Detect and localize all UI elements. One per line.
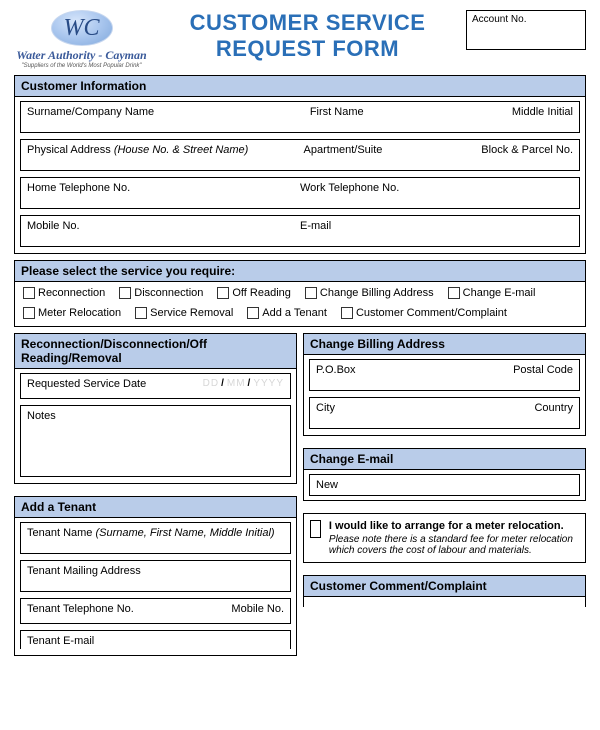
meter-bold: I would like to arrange for a meter relo… [329,520,579,532]
home-tel-field[interactable]: Home Telephone No. Work Telephone No. [20,177,580,209]
requested-date-label: Requested Service Date [27,378,146,390]
middle-label: Middle Initial [512,106,573,118]
opt-meter-relocation[interactable]: Meter Relocation [23,307,121,319]
new-email-field[interactable]: New [309,474,580,496]
pobox-label: P.O.Box [316,364,513,376]
logo-icon: WC [51,10,113,46]
reconnection-section: Reconnection/Disconnection/Off Reading/R… [14,333,297,484]
work-tel-label: Work Telephone No. [300,182,573,194]
tenant-mail-label: Tenant Mailing Address [27,565,141,577]
comment-heading: Customer Comment/Complaint [304,576,585,597]
service-select-heading: Please select the service you require: [15,261,585,282]
apt-label: Apartment/Suite [304,144,482,156]
opt-disconnection[interactable]: Disconnection [119,287,203,299]
change-email-heading: Change E-mail [304,449,585,470]
mobile-label: Mobile No. [27,220,300,232]
billing-heading: Change Billing Address [304,334,585,355]
tenant-mobile-label: Mobile No. [231,603,284,615]
checkbox-icon [23,307,35,319]
city-field[interactable]: City Country [309,397,580,429]
opt-service-removal[interactable]: Service Removal [135,307,233,319]
email-label: E-mail [300,220,573,232]
checkbox-icon [247,307,259,319]
postal-label: Postal Code [513,364,573,376]
firstname-label: First Name [310,106,512,118]
surname-field[interactable]: Surname/Company Name First Name Middle I… [20,101,580,133]
opt-change-billing[interactable]: Change Billing Address [305,287,434,299]
meter-text: I would like to arrange for a meter relo… [329,520,579,556]
date-hint: DD/MM/YYYY [203,378,284,389]
requested-date-field[interactable]: Requested Service Date DD/MM/YYYY [20,373,291,399]
opt-add-tenant[interactable]: Add a Tenant [247,307,327,319]
notes-label: Notes [27,410,56,422]
tenant-tel-label: Tenant Telephone No. [27,603,231,615]
slogan: "Suppliers of the World's Most Popular D… [14,63,149,69]
city-label: City [316,402,534,414]
page-title: CUSTOMER SERVICE REQUEST FORM [157,10,458,62]
comment-section: Customer Comment/Complaint [303,575,586,607]
tenant-tel-field[interactable]: Tenant Telephone No. Mobile No. [20,598,291,624]
checkbox-icon [448,287,460,299]
checkbox-icon [23,287,35,299]
tenant-name-field[interactable]: Tenant Name (Surname, First Name, Middle… [20,522,291,554]
surname-label: Surname/Company Name [27,106,310,118]
meter-relocation-section: I would like to arrange for a meter relo… [303,513,586,563]
pobox-field[interactable]: P.O.Box Postal Code [309,359,580,391]
mobile-field[interactable]: Mobile No. E-mail [20,215,580,247]
add-tenant-heading: Add a Tenant [15,497,296,518]
tenant-email-label: Tenant E-mail [27,635,94,647]
billing-section: Change Billing Address P.O.Box Postal Co… [303,333,586,436]
change-email-section: Change E-mail New [303,448,586,501]
header: WC Water Authority - Cayman "Suppliers o… [14,10,586,69]
customer-info-section: Customer Information Surname/Company Nam… [14,75,586,254]
opt-comment[interactable]: Customer Comment/Complaint [341,307,507,319]
checkbox-icon [119,287,131,299]
new-label: New [316,479,338,491]
logo-block: WC Water Authority - Cayman "Suppliers o… [14,10,149,69]
reconnection-heading: Reconnection/Disconnection/Off Reading/R… [15,334,296,369]
block-label: Block & Parcel No. [481,144,573,156]
checkbox-icon [135,307,147,319]
notes-field[interactable]: Notes [20,405,291,477]
country-label: Country [534,402,573,414]
service-select-section: Please select the service you require: R… [14,260,586,327]
title-line1: CUSTOMER SERVICE [157,10,458,36]
add-tenant-section: Add a Tenant Tenant Name (Surname, First… [14,496,297,656]
account-number-field[interactable]: Account No. [466,10,586,50]
opt-off-reading[interactable]: Off Reading [217,287,291,299]
home-tel-label: Home Telephone No. [27,182,300,194]
address-field[interactable]: Physical Address (House No. & Street Nam… [20,139,580,171]
checkbox-icon [305,287,317,299]
tenant-name-label: Tenant Name (Surname, First Name, Middle… [27,527,275,539]
customer-info-heading: Customer Information [15,76,585,97]
checkbox-icon [341,307,353,319]
opt-reconnection[interactable]: Reconnection [23,287,105,299]
opt-change-email[interactable]: Change E-mail [448,287,536,299]
checkbox-icon [217,287,229,299]
address-label: Physical Address (House No. & Street Nam… [27,144,304,156]
org-name: Water Authority - Cayman [14,48,149,63]
title-line2: REQUEST FORM [157,36,458,62]
meter-checkbox[interactable] [310,520,321,538]
meter-note: Please note there is a standard fee for … [329,534,579,556]
tenant-email-field[interactable]: Tenant E-mail [20,630,291,649]
tenant-mail-field[interactable]: Tenant Mailing Address [20,560,291,592]
